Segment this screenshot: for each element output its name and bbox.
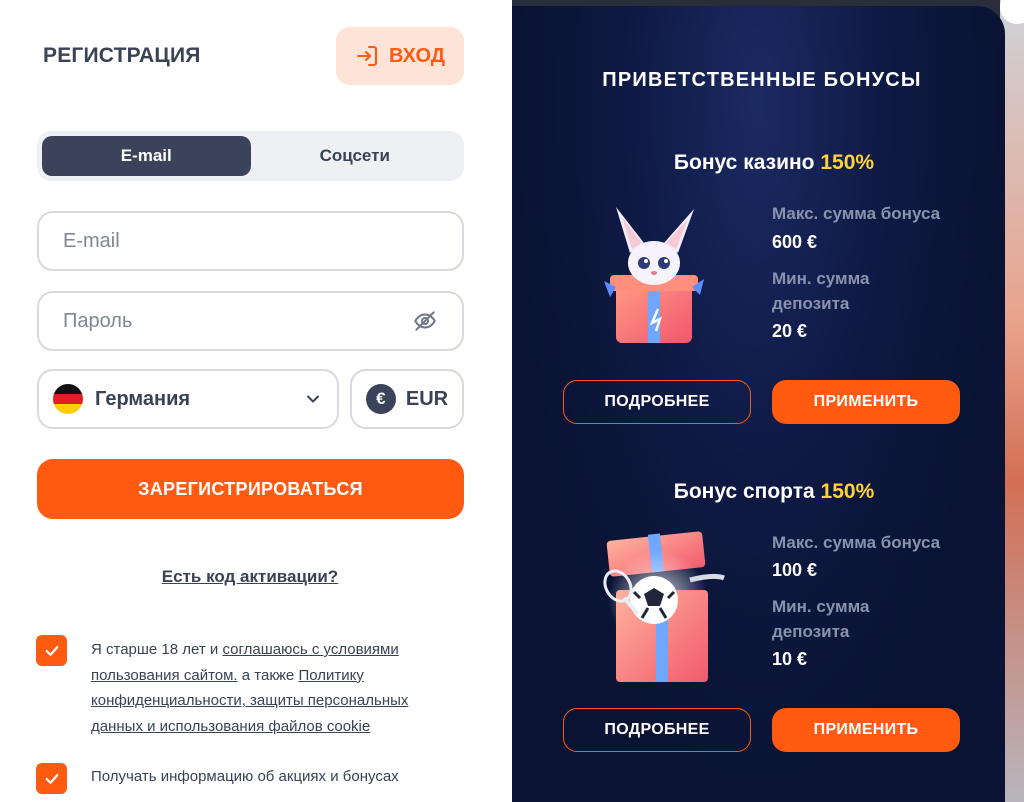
- activation-code-link[interactable]: Есть код активации?: [0, 567, 500, 587]
- sports-bonus-name: Бонус спорта: [673, 480, 815, 503]
- sports-bonus-title: Бонус спорта 150%: [512, 480, 1024, 504]
- registration-panel: РЕГИСТРАЦИЯ ВХОД E-mail Соцсети Германия…: [0, 0, 512, 802]
- login-label: ВХОД: [388, 44, 446, 67]
- password-field-wrapper: [37, 291, 464, 351]
- login-button[interactable]: ВХОД: [336, 27, 464, 85]
- login-icon: [356, 46, 377, 66]
- country-select[interactable]: Германия: [37, 369, 339, 429]
- tab-social[interactable]: Соцсети: [251, 136, 460, 176]
- sports-min-label: Мин. сумма: [772, 597, 870, 616]
- checkmark-icon: [45, 645, 58, 656]
- casino-bonus-title: Бонус казино 150%: [512, 151, 1024, 175]
- tab-email[interactable]: E-mail: [42, 136, 251, 176]
- page-title: РЕГИСТРАЦИЯ: [43, 44, 201, 67]
- sports-details-button[interactable]: ПОДРОБНЕЕ: [563, 708, 751, 752]
- casino-details-button[interactable]: ПОДРОБНЕЕ: [563, 380, 751, 424]
- registration-method-tabs: E-mail Соцсети: [37, 131, 464, 181]
- casino-bonus-percent: 150%: [820, 151, 875, 174]
- casino-min-label-2: депозита: [772, 294, 850, 313]
- terms-consent-text: Я старше 18 лет и соглашаюсь с условиями…: [91, 637, 441, 739]
- casino-min-label: Мин. сумма: [772, 269, 870, 288]
- terms-checkbox[interactable]: [36, 635, 67, 666]
- close-button[interactable]: [1000, 0, 1024, 24]
- promo-checkbox[interactable]: [36, 763, 67, 794]
- eye-off-icon[interactable]: [412, 308, 438, 334]
- currency-select[interactable]: € EUR: [350, 369, 464, 429]
- sports-bonus-percent: 150%: [820, 480, 875, 503]
- sports-min-label-2: депозита: [772, 622, 850, 641]
- casino-bonus-name: Бонус казино: [673, 151, 815, 174]
- germany-flag-icon: [53, 384, 83, 414]
- bonuses-panel: ПРИВЕТСТВЕННЫЕ БОНУСЫ Бонус казино 150% …: [512, 6, 1005, 802]
- chevron-down-icon: [307, 395, 319, 403]
- register-button[interactable]: ЗАРЕГИСТРИРОВАТЬСЯ: [37, 459, 464, 519]
- promo-consent-label: Получать информацию об акциях и бонусах: [91, 768, 399, 785]
- casino-max-label: Макс. сумма бонуса: [772, 204, 941, 223]
- country-value: Германия: [95, 387, 191, 410]
- bonuses-heading: ПРИВЕТСТВЕННЫЕ БОНУСЫ: [602, 69, 922, 91]
- email-field-wrapper: [37, 211, 464, 271]
- sports-max-label: Макс. сумма бонуса: [772, 533, 941, 552]
- sports-min-value: 10 €: [772, 649, 808, 669]
- casino-min-value: 20 €: [772, 321, 808, 341]
- currency-value: EUR: [405, 387, 449, 410]
- checkmark-icon: [45, 773, 58, 784]
- sports-apply-button[interactable]: ПРИМЕНИТЬ: [772, 708, 960, 752]
- email-field[interactable]: [63, 229, 438, 253]
- casino-max-value: 600 €: [772, 232, 818, 252]
- consent-prefix: Я старше 18 лет и: [91, 641, 223, 658]
- euro-icon: €: [365, 384, 396, 414]
- fox-gift-illustration: [604, 207, 704, 343]
- password-field[interactable]: [63, 309, 412, 333]
- consent-middle: а также: [237, 666, 299, 684]
- casino-apply-button[interactable]: ПРИМЕНИТЬ: [772, 380, 960, 424]
- sports-max-value: 100 €: [772, 560, 818, 580]
- sports-gift-illustration: [603, 531, 725, 682]
